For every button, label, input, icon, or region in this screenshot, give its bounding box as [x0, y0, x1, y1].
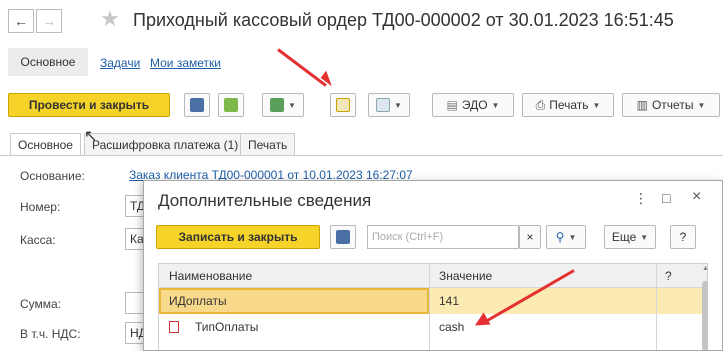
row-name-cell[interactable]: ТипОплаты	[195, 320, 258, 334]
form-tab-payment-breakdown[interactable]: Расшифровка платежа (1)	[84, 133, 247, 155]
reports-button[interactable]: ▥ Отчеты ▼	[622, 93, 720, 117]
edo-button[interactable]: ▤ ЭДО ▼	[432, 93, 514, 117]
floppy-disk-icon	[336, 230, 350, 244]
post-document-icon	[224, 98, 238, 112]
cashbox-label: Касса:	[20, 233, 56, 247]
column-extra-header[interactable]: ?	[665, 269, 672, 283]
column-divider	[429, 264, 430, 350]
form-tab-print[interactable]: Печать	[240, 133, 296, 155]
search-icon: ⚲	[555, 230, 565, 244]
tab-notes[interactable]: Мои заметки	[150, 56, 221, 70]
chevron-down-icon: ▼	[288, 100, 296, 110]
post-and-close-button[interactable]: Провести и закрыть	[8, 93, 170, 117]
more-menu-icon[interactable]: ⋮	[634, 190, 648, 207]
vat-label: В т.ч. НДС:	[20, 327, 81, 341]
form-tab-main[interactable]: Основное	[10, 133, 81, 155]
printer-icon: ⎙	[535, 97, 546, 112]
edo-label: ЭДО	[461, 98, 488, 112]
chevron-down-icon: ▼	[394, 100, 402, 110]
column-value-header[interactable]: Значение	[439, 269, 492, 283]
clear-search-button[interactable]: ×	[519, 225, 541, 249]
mouse-cursor-icon: ↖	[84, 128, 98, 145]
additional-info-dialog: Дополнительные сведения ⋮ □ × Записать и…	[143, 180, 723, 351]
list-icon	[336, 98, 350, 112]
print-button[interactable]: ⎙ Печать ▼	[522, 93, 614, 117]
clear-icon: ×	[526, 230, 534, 244]
dialog-title: Дополнительные сведения	[158, 191, 372, 210]
required-field-icon	[169, 321, 179, 333]
search-input[interactable]: Поиск (Ctrl+F)	[367, 225, 519, 249]
tab-main[interactable]: Основное	[8, 48, 88, 76]
chevron-down-icon: ▼	[697, 100, 706, 110]
number-label: Номер:	[20, 200, 61, 214]
close-icon[interactable]: ×	[692, 188, 701, 206]
reports-label: Отчеты	[651, 98, 694, 112]
amount-label: Сумма:	[20, 297, 62, 311]
chevron-down-icon: ▼	[640, 232, 649, 242]
edo-icon: ▤	[446, 98, 458, 112]
help-button[interactable]: ?	[670, 225, 696, 249]
write-and-close-button[interactable]: Записать и закрыть	[156, 225, 320, 249]
annotation-arrow	[277, 48, 327, 87]
table-scrollbar[interactable]: ▲	[700, 263, 710, 350]
star-icon[interactable]: ★	[100, 6, 120, 32]
search-button[interactable]: ⚲ ▼	[546, 225, 586, 249]
save-button[interactable]	[184, 93, 210, 117]
create-based-on-button[interactable]: ▼	[262, 93, 304, 117]
more-button[interactable]: Еще ▼	[604, 225, 656, 249]
window-title: Приходный кассовый ордер ТД00-000002 от …	[133, 10, 674, 30]
scroll-thumb[interactable]	[702, 281, 708, 350]
back-button[interactable]: ←	[8, 9, 34, 33]
row-value-cell[interactable]: 141	[439, 294, 459, 308]
attachment-icon	[376, 98, 391, 112]
post-button[interactable]	[218, 93, 244, 117]
arrow-right-icon: →	[42, 13, 56, 29]
arrow-left-icon: ←	[14, 13, 28, 29]
row-value-cell[interactable]: cash	[439, 320, 464, 334]
table-header: Наименование Значение ?	[159, 264, 707, 288]
save-button[interactable]	[330, 225, 356, 249]
floppy-disk-icon	[190, 98, 204, 112]
column-divider	[656, 264, 657, 350]
create-based-icon	[270, 98, 285, 112]
attachments-button[interactable]: ▼	[368, 93, 410, 117]
reports-icon: ▥	[636, 98, 648, 112]
basis-label: Основание:	[20, 169, 85, 183]
row-name-cell[interactable]: ИДоплаты	[169, 294, 227, 308]
chevron-down-icon: ▼	[592, 100, 601, 110]
tab-tasks[interactable]: Задачи	[100, 56, 140, 70]
forward-button[interactable]: →	[36, 9, 62, 33]
maximize-icon[interactable]: □	[662, 190, 670, 206]
tab-divider	[0, 155, 723, 156]
more-label: Еще	[611, 230, 637, 244]
scroll-up-icon[interactable]: ▲	[702, 265, 709, 272]
additional-info-button[interactable]	[330, 93, 356, 117]
table-row[interactable]: ТипОплаты cash	[159, 314, 707, 340]
chevron-down-icon: ▼	[491, 100, 500, 110]
table-row[interactable]: ИДоплаты 141	[159, 288, 707, 314]
chevron-down-icon: ▼	[568, 232, 577, 242]
print-label: Печать	[549, 98, 589, 112]
column-name-header[interactable]: Наименование	[169, 269, 252, 283]
properties-table: Наименование Значение ? ИДоплаты 141 Тип…	[158, 263, 708, 350]
